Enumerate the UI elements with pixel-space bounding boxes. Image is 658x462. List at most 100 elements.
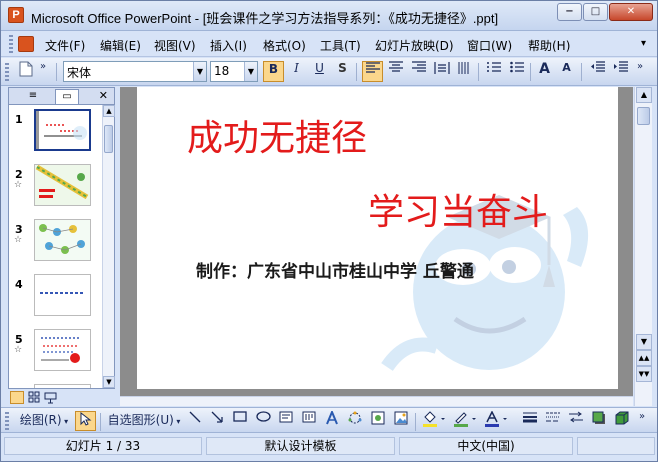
menu-help[interactable]: 帮助(H) bbox=[528, 37, 570, 54]
increase-font-icon[interactable]: A bbox=[534, 61, 555, 82]
menu-view[interactable]: 视图(V) bbox=[154, 37, 196, 54]
menu-overflow-icon[interactable]: ▾ bbox=[641, 38, 646, 49]
menu-edit[interactable]: 编辑(E) bbox=[100, 37, 141, 54]
horizontal-scrollbar[interactable] bbox=[120, 396, 633, 406]
slide-editor: 成功无捷径 学习当奋斗 制作：广东省中山市桂山中学 丘警通 bbox=[120, 87, 633, 396]
slide-title[interactable]: 成功无捷径 bbox=[187, 109, 367, 161]
select-objects-icon[interactable] bbox=[75, 411, 96, 431]
underline-button[interactable]: U bbox=[309, 61, 330, 82]
align-left-button[interactable] bbox=[362, 61, 383, 82]
scroll-thumb[interactable] bbox=[104, 125, 113, 153]
text-direction-icon[interactable] bbox=[453, 61, 474, 82]
separator bbox=[581, 63, 582, 81]
shadow-button[interactable]: S bbox=[332, 61, 353, 82]
separator bbox=[100, 413, 101, 431]
clip-art-icon[interactable] bbox=[368, 411, 388, 431]
design-template-name[interactable]: 默认设计模板 bbox=[206, 437, 395, 455]
autoshapes-label: 自选图形(U) bbox=[107, 413, 174, 427]
document-icon[interactable] bbox=[18, 36, 34, 52]
powerpoint-app-icon[interactable]: P bbox=[8, 7, 24, 23]
menu-file[interactable]: 文件(F) bbox=[45, 37, 85, 54]
bold-button[interactable]: B bbox=[263, 61, 284, 82]
align-center-icon[interactable] bbox=[385, 61, 406, 82]
diagram-icon[interactable] bbox=[345, 411, 365, 431]
line-color-icon[interactable] bbox=[451, 411, 479, 431]
slide-author-line[interactable]: 制作：广东省中山市桂山中学 丘警通 bbox=[196, 257, 474, 282]
line-style-icon[interactable] bbox=[520, 411, 540, 431]
distribute-icon[interactable] bbox=[431, 61, 452, 82]
maximize-button[interactable]: □ bbox=[583, 3, 608, 21]
line-tool-icon[interactable] bbox=[185, 411, 205, 431]
scroll-down-icon[interactable]: ▼ bbox=[636, 334, 652, 350]
3d-style-icon[interactable] bbox=[612, 411, 632, 431]
font-size-combo[interactable]: 18 ▼ bbox=[210, 61, 258, 82]
slide-thumbnail-2[interactable] bbox=[34, 164, 91, 206]
slide-counter: 幻灯片 1 / 33 bbox=[4, 437, 202, 455]
scroll-up-icon[interactable]: ▲ bbox=[636, 87, 652, 103]
menubar-grip-icon[interactable] bbox=[9, 35, 13, 53]
toolbar-end-overflow-icon[interactable]: » bbox=[633, 61, 647, 82]
menu-window[interactable]: 窗口(W) bbox=[467, 37, 512, 54]
shadow-style-icon[interactable] bbox=[589, 411, 609, 431]
scroll-down-icon[interactable]: ▼ bbox=[103, 376, 115, 388]
menu-insert[interactable]: 插入(I) bbox=[210, 37, 247, 54]
scroll-thumb[interactable] bbox=[637, 107, 650, 125]
vertical-textbox-icon[interactable] bbox=[299, 411, 319, 431]
slides-tab-icon[interactable]: ▭ bbox=[55, 89, 79, 104]
scroll-up-icon[interactable]: ▲ bbox=[103, 105, 115, 117]
menu-slideshow[interactable]: 幻灯片放映(D) bbox=[375, 37, 454, 54]
slide-sorter-view-icon[interactable] bbox=[28, 391, 41, 404]
current-slide[interactable]: 成功无捷径 学习当奋斗 制作：广东省中山市桂山中学 丘警通 bbox=[137, 87, 618, 389]
slide-thumbnail-1[interactable] bbox=[33, 108, 92, 152]
arrow-style-icon[interactable] bbox=[566, 411, 586, 431]
slide-thumbnail-4[interactable] bbox=[34, 274, 91, 316]
slide-thumbnail-3[interactable] bbox=[34, 219, 91, 261]
slide-number: 1 bbox=[15, 113, 23, 126]
decrease-font-icon[interactable]: A bbox=[556, 61, 577, 82]
insert-picture-icon[interactable] bbox=[391, 411, 411, 431]
bullets-icon[interactable] bbox=[506, 61, 527, 82]
formatting-toolbar: » 宋体 ▼ 18 ▼ B I U S A A » bbox=[1, 58, 657, 86]
menu-tools[interactable]: 工具(T) bbox=[320, 37, 361, 54]
slideshow-view-icon[interactable] bbox=[44, 391, 57, 404]
close-button[interactable]: ✕ bbox=[609, 3, 653, 21]
new-document-icon[interactable] bbox=[15, 61, 36, 82]
toolbar-overflow-icon[interactable]: » bbox=[36, 61, 50, 82]
slide-subtitle[interactable]: 学习当奋斗 bbox=[368, 183, 548, 235]
italic-button[interactable]: I bbox=[286, 61, 307, 82]
toolbar-end-overflow-icon[interactable]: » bbox=[635, 411, 649, 431]
fill-color-icon[interactable] bbox=[420, 411, 448, 431]
separator bbox=[415, 413, 416, 431]
previous-slide-icon[interactable]: ▲▲ bbox=[636, 350, 652, 366]
slide-thumbnail-5[interactable] bbox=[34, 329, 91, 371]
dash-style-icon[interactable] bbox=[543, 411, 563, 431]
increase-indent-icon[interactable] bbox=[610, 61, 631, 82]
toolbar-grip-icon[interactable] bbox=[5, 63, 9, 81]
normal-view-icon[interactable] bbox=[10, 391, 24, 404]
panel-close-icon[interactable]: ✕ bbox=[99, 89, 108, 102]
textbox-tool-icon[interactable] bbox=[276, 411, 296, 431]
font-color-icon[interactable] bbox=[482, 410, 510, 431]
font-name-combo[interactable]: 宋体 ▼ bbox=[63, 61, 207, 82]
numbering-icon[interactable] bbox=[483, 61, 504, 82]
autoshapes-menu-button[interactable]: 自选图形(U) ▾ bbox=[105, 411, 183, 431]
chevron-down-icon[interactable]: ▼ bbox=[244, 62, 257, 81]
language-indicator[interactable]: 中文(中国) bbox=[399, 437, 573, 455]
minimize-button[interactable]: − bbox=[557, 3, 582, 21]
draw-menu-button[interactable]: 绘图(R) ▾ bbox=[15, 411, 73, 431]
slide-thumbnail-6[interactable] bbox=[34, 384, 91, 388]
wordart-icon[interactable] bbox=[322, 409, 342, 431]
editor-vertical-scrollbar[interactable]: ▲ ▼ ▲▲ ▼▼ bbox=[634, 87, 652, 406]
oval-tool-icon[interactable] bbox=[253, 411, 273, 431]
application-window: P Microsoft Office PowerPoint - [班会课件之学习… bbox=[0, 0, 658, 462]
chevron-down-icon[interactable]: ▼ bbox=[193, 62, 206, 81]
next-slide-icon[interactable]: ▼▼ bbox=[636, 366, 652, 382]
rectangle-tool-icon[interactable] bbox=[230, 411, 250, 431]
outline-tab-icon[interactable]: ≡ bbox=[21, 89, 45, 104]
menu-format[interactable]: 格式(O) bbox=[263, 37, 306, 54]
decrease-indent-icon[interactable] bbox=[587, 61, 608, 82]
panel-scrollbar[interactable]: ▲ ▼ bbox=[102, 105, 115, 388]
arrow-tool-icon[interactable] bbox=[207, 411, 227, 431]
toolbar-grip-icon[interactable] bbox=[5, 412, 9, 430]
align-right-icon[interactable] bbox=[408, 61, 429, 82]
